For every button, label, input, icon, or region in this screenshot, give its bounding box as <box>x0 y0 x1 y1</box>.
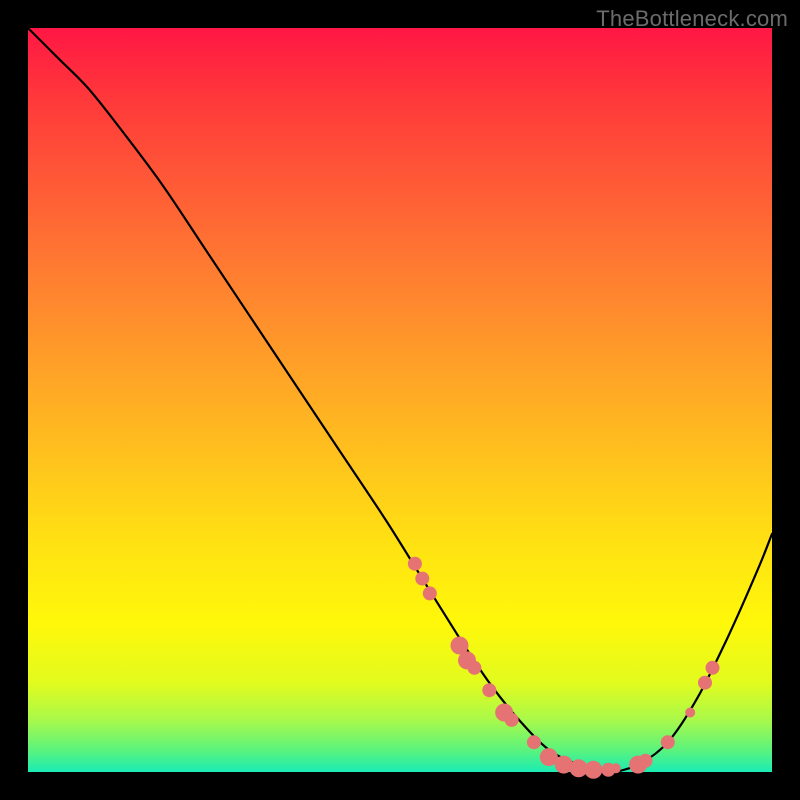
data-marker <box>423 586 437 600</box>
data-marker <box>661 735 675 749</box>
bottleneck-curve <box>28 28 772 772</box>
data-marker <box>639 754 653 768</box>
data-marker <box>415 572 429 586</box>
data-marker <box>584 761 602 779</box>
data-marker <box>527 735 541 749</box>
data-marker <box>467 661 481 675</box>
data-marker <box>408 557 422 571</box>
data-marker <box>482 683 496 697</box>
data-marker <box>685 708 695 718</box>
data-marker <box>706 661 720 675</box>
data-marker <box>698 676 712 690</box>
data-marker <box>611 763 621 773</box>
data-marker <box>505 713 519 727</box>
chart-container: TheBottleneck.com <box>0 0 800 800</box>
markers-group <box>408 557 720 779</box>
chart-svg <box>28 28 772 772</box>
plot-area <box>28 28 772 772</box>
